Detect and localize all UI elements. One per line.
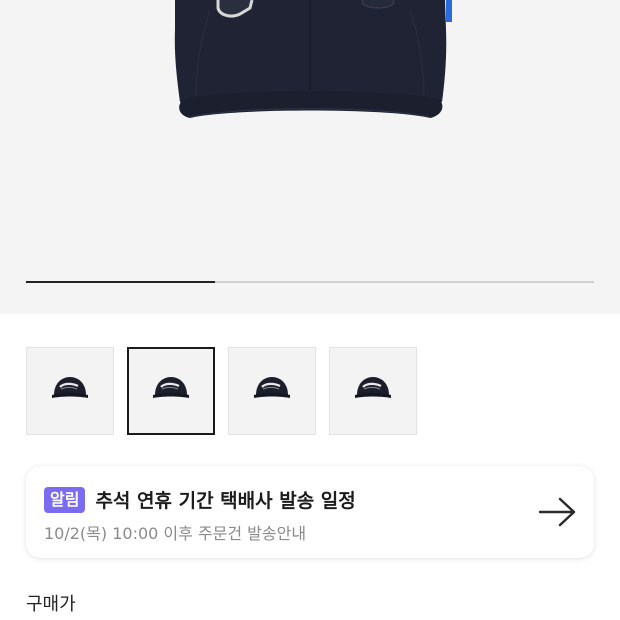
arrow-right-icon[interactable] [538, 496, 578, 528]
gallery-progress-track [26, 281, 594, 283]
notice-badge: 알림 [44, 486, 86, 513]
thumbnail-4[interactable] [329, 347, 417, 435]
product-image-gallery[interactable] [0, 0, 620, 314]
notice-subtitle: 10/2(목) 10:00 이후 주문건 발송안내 [44, 524, 307, 543]
cap-thumbnail-image [153, 377, 189, 398]
cap-thumbnail-image [52, 377, 88, 398]
gallery-progress-fill [26, 281, 216, 283]
notice-title: 추석 연휴 기간 택배사 발송 일정 [95, 490, 356, 512]
thumbnail-strip [26, 347, 430, 435]
thumbnail-3[interactable] [228, 347, 316, 435]
product-image [174, 0, 452, 118]
thumbnail-1[interactable] [26, 347, 114, 435]
thumbnail-2[interactable] [127, 347, 215, 435]
price-label: 구매가 [26, 594, 76, 615]
cap-thumbnail-image [355, 377, 391, 398]
cap-thumbnail-image [254, 377, 290, 398]
notice-banner[interactable]: 알림 추석 연휴 기간 택배사 발송 일정 10/2(목) 10:00 이후 주… [26, 466, 594, 558]
